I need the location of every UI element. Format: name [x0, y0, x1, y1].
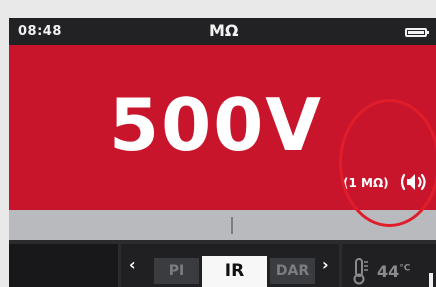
- softkey-panel-empty: [9, 244, 118, 287]
- temperature-readout: 44°C: [377, 262, 411, 281]
- chevron-right-icon[interactable]: ›: [322, 255, 329, 274]
- thermometer-icon: [353, 258, 368, 285]
- mode-option-prev[interactable]: PI: [154, 258, 199, 284]
- clock-time: 08:48: [18, 24, 62, 39]
- mode-option-next[interactable]: DAR: [270, 258, 315, 284]
- measurement-unit: MΩ: [209, 21, 239, 40]
- level-indicator: [429, 273, 433, 287]
- meter-screen: 08:48 MΩ 500V (1 MΩ) ‹ PI IR DAR › 44°C: [9, 18, 436, 287]
- mode-option-current[interactable]: IR: [202, 256, 267, 287]
- test-voltage-readout: 500V: [109, 83, 324, 167]
- status-bar: 08:48 MΩ: [9, 18, 436, 45]
- highlight-circle: [339, 99, 436, 227]
- chevron-left-icon[interactable]: ‹: [129, 255, 136, 274]
- battery-full-icon: [405, 28, 429, 37]
- scale-tick: [231, 217, 233, 234]
- bottom-bar: ‹ PI IR DAR › 44°C: [9, 240, 436, 287]
